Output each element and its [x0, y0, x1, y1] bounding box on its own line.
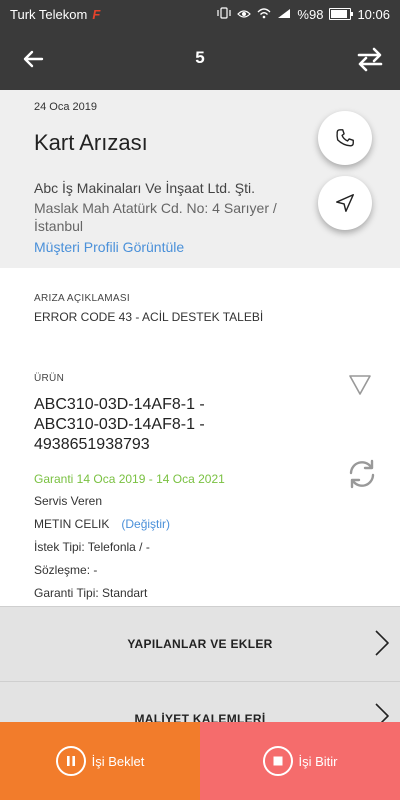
service-provider-label: Servis Veren	[34, 494, 103, 508]
company-address: Maslak Mah Atatürk Cd. No: 4 Sarıyer / İ…	[34, 200, 277, 234]
swap-button[interactable]	[354, 43, 386, 75]
work-and-attachments-row[interactable]: YAPILANLAR VE EKLER	[0, 606, 400, 681]
chevron-right-icon	[375, 630, 389, 656]
carrier-logo-icon: F	[92, 6, 101, 22]
warranty-type: Garanti Tipi: Standart	[34, 586, 148, 600]
fault-description-label: ARIZA AÇIKLAMASI	[34, 293, 130, 304]
customer-profile-link[interactable]: Müşteri Profili Görüntüle	[34, 239, 184, 255]
product-code-line: ABC310-03D-14AF8-1 -	[34, 396, 205, 413]
carrier-name: Turk Telekom	[10, 6, 88, 22]
fault-description-section: ARIZA AÇIKLAMASI ERROR CODE 43 - ACİL DE…	[0, 268, 400, 347]
job-title: Kart Arızası	[34, 130, 148, 155]
product-code: ABC310-03D-14AF8-1 - ABC310-03D-14AF8-1 …	[34, 395, 304, 455]
warranty-period: Garanti 14 Oca 2019 - 14 Oca 2021	[34, 472, 225, 486]
signal-icon	[277, 7, 291, 22]
product-code-line: ABC310-03D-14AF8-1 -	[34, 416, 205, 433]
pause-icon	[55, 746, 86, 776]
call-button[interactable]	[318, 111, 372, 165]
triangle-down-icon	[349, 375, 371, 395]
technician-row: METIN CELIK (Değiştir)	[34, 517, 170, 531]
product-section: ÜRÜN ABC310-03D-14AF8-1 - ABC310-03D-14A…	[0, 346, 400, 606]
contract: Sözleşme: -	[34, 563, 98, 577]
product-label: ÜRÜN	[34, 373, 65, 384]
company-name: Abc İş Makinaları Ve İnşaat Ltd. Şti.	[34, 180, 255, 196]
work-and-attachments-label: YAPILANLAR VE EKLER	[127, 637, 273, 651]
job-date: 24 Oca 2019	[34, 101, 97, 113]
finish-job-button[interactable]: İşi Bitir	[200, 722, 400, 800]
bottom-action-bar: İşi Beklet İşi Bitir	[0, 722, 400, 800]
page-title: 5	[195, 48, 205, 67]
stop-icon	[262, 746, 293, 776]
status-bar: Turk Telekom F %98 10:06	[0, 0, 400, 28]
request-type: İstek Tipi: Telefonla / -	[34, 540, 150, 554]
status-right: %98 10:06	[217, 7, 390, 22]
app-bar: 5	[0, 28, 400, 90]
pause-job-label: İşi Beklet	[91, 753, 145, 769]
battery-icon	[329, 8, 354, 20]
expand-product-button[interactable]	[348, 374, 372, 396]
change-technician-link[interactable]: (Değiştir)	[121, 517, 170, 531]
refresh-product-button[interactable]	[344, 456, 380, 492]
product-code-line: 4938651938793	[34, 436, 150, 453]
fault-description-text: ERROR CODE 43 - ACİL DESTEK TALEBİ	[34, 310, 264, 324]
technician-name: METIN CELIK	[34, 517, 110, 531]
eye-icon	[237, 7, 252, 22]
clock: 10:06	[357, 6, 390, 22]
refresh-icon	[349, 459, 375, 489]
battery-percent: %98	[297, 6, 324, 22]
status-left: Turk Telekom F	[10, 7, 100, 22]
finish-job-label: İşi Bitir	[298, 753, 338, 769]
navigate-button[interactable]	[318, 176, 372, 230]
vibrate-icon	[217, 6, 232, 22]
pause-job-button[interactable]: İşi Beklet	[0, 722, 200, 800]
swap-arrows-icon	[357, 47, 383, 72]
navigation-arrow-icon	[336, 194, 354, 212]
phone-icon	[336, 129, 354, 147]
wifi-icon	[257, 7, 271, 22]
